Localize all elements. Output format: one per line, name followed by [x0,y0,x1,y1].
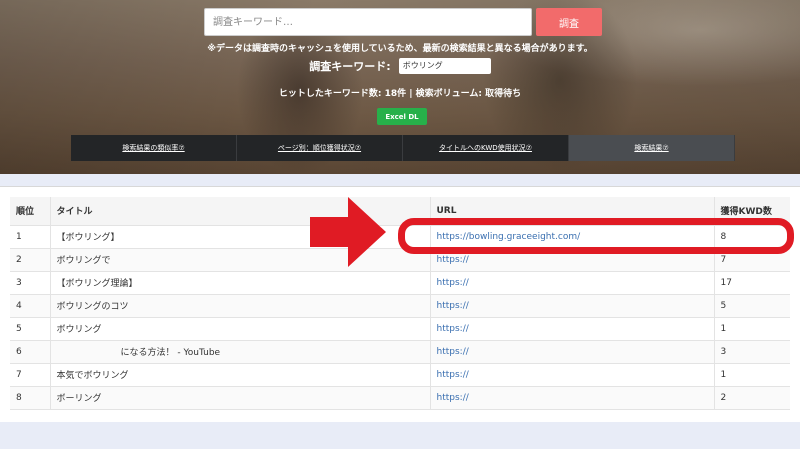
cell-title: ボーリング [50,386,431,410]
result-tabs: 検索結果の類似率⑦ ページ別：順位獲得状況⑦ タイトルへのKWD使用状況⑦ 検索… [71,135,735,161]
cell-title: になる方法！ - YouTube [50,340,431,364]
cell-url: https:// [430,340,715,364]
url-link[interactable]: https:// [437,393,469,403]
table-row: 7 本気でボウリング https:// 1 [10,363,790,387]
tab-page-ranking[interactable]: ページ別：順位獲得状況⑦ [237,135,403,161]
search-button[interactable]: 調査 [536,8,602,36]
cell-rank: 1 [10,225,51,249]
cell-title: ボウリングのコツ [50,294,431,318]
cell-title: 【ボウリング理論】 [50,271,431,295]
cell-kwd: 2 [714,386,790,410]
cell-title: ボウリング [50,317,431,341]
url-link[interactable]: https:// [437,278,469,288]
url-link[interactable]: https:// [437,255,469,265]
tab-search-results[interactable]: 検索結果⑦ [569,135,735,161]
url-link[interactable]: https:// [437,324,469,334]
annotation-highlight-circle [398,218,794,254]
keyword-row: 調査キーワード: ボウリング [0,58,800,74]
table-row: 8 ボーリング https:// 2 [10,386,790,410]
cell-kwd: 1 [714,317,790,341]
cell-rank: 8 [10,386,51,410]
keyword-value: ボウリング [398,58,491,74]
cell-kwd: 3 [714,340,790,364]
cache-notice: ※データは調査時のキャッシュを使用しているため、最新の検索結果と異なる場合があり… [207,44,593,54]
annotation-arrow-icon [310,197,386,267]
excel-download-button[interactable]: Excel DL [377,108,427,125]
tab-title-kwd[interactable]: タイトルへのKWD使用状況⑦ [403,135,569,161]
cell-rank: 3 [10,271,51,295]
cell-url: https:// [430,271,715,295]
table-row: 5 ボウリング https:// 1 [10,317,790,341]
table-row: 4 ボウリングのコツ https:// 5 [10,294,790,318]
hits-summary: ヒットしたキーワード数: 18件 | 検索ボリューム: 取得待ち [278,89,522,99]
cell-rank: 2 [10,248,51,272]
url-link[interactable]: https:// [437,301,469,311]
cell-rank: 7 [10,363,51,387]
cell-kwd: 17 [714,271,790,295]
table-row: 3 【ボウリング理論】 https:// 17 [10,271,790,295]
cell-rank: 6 [10,340,51,364]
url-link[interactable]: https:// [437,370,469,380]
keyword-label: 調査キーワード: [309,60,391,73]
cell-url: https:// [430,294,715,318]
tab-similarity[interactable]: 検索結果の類似率⑦ [71,135,237,161]
cell-rank: 5 [10,317,51,341]
cell-kwd: 5 [714,294,790,318]
header-rank: 順位 [10,197,51,226]
table-row: 6 になる方法！ - YouTube https:// 3 [10,340,790,364]
search-input[interactable] [204,8,532,36]
url-link[interactable]: https:// [437,347,469,357]
cell-kwd: 1 [714,363,790,387]
cell-url: https:// [430,317,715,341]
hero-banner: 調査 ※データは調査時のキャッシュを使用しているため、最新の検索結果と異なる場合… [0,0,800,174]
cell-url: https:// [430,363,715,387]
cell-rank: 4 [10,294,51,318]
cell-url: https:// [430,386,715,410]
cell-title: 本気でボウリング [50,363,431,387]
